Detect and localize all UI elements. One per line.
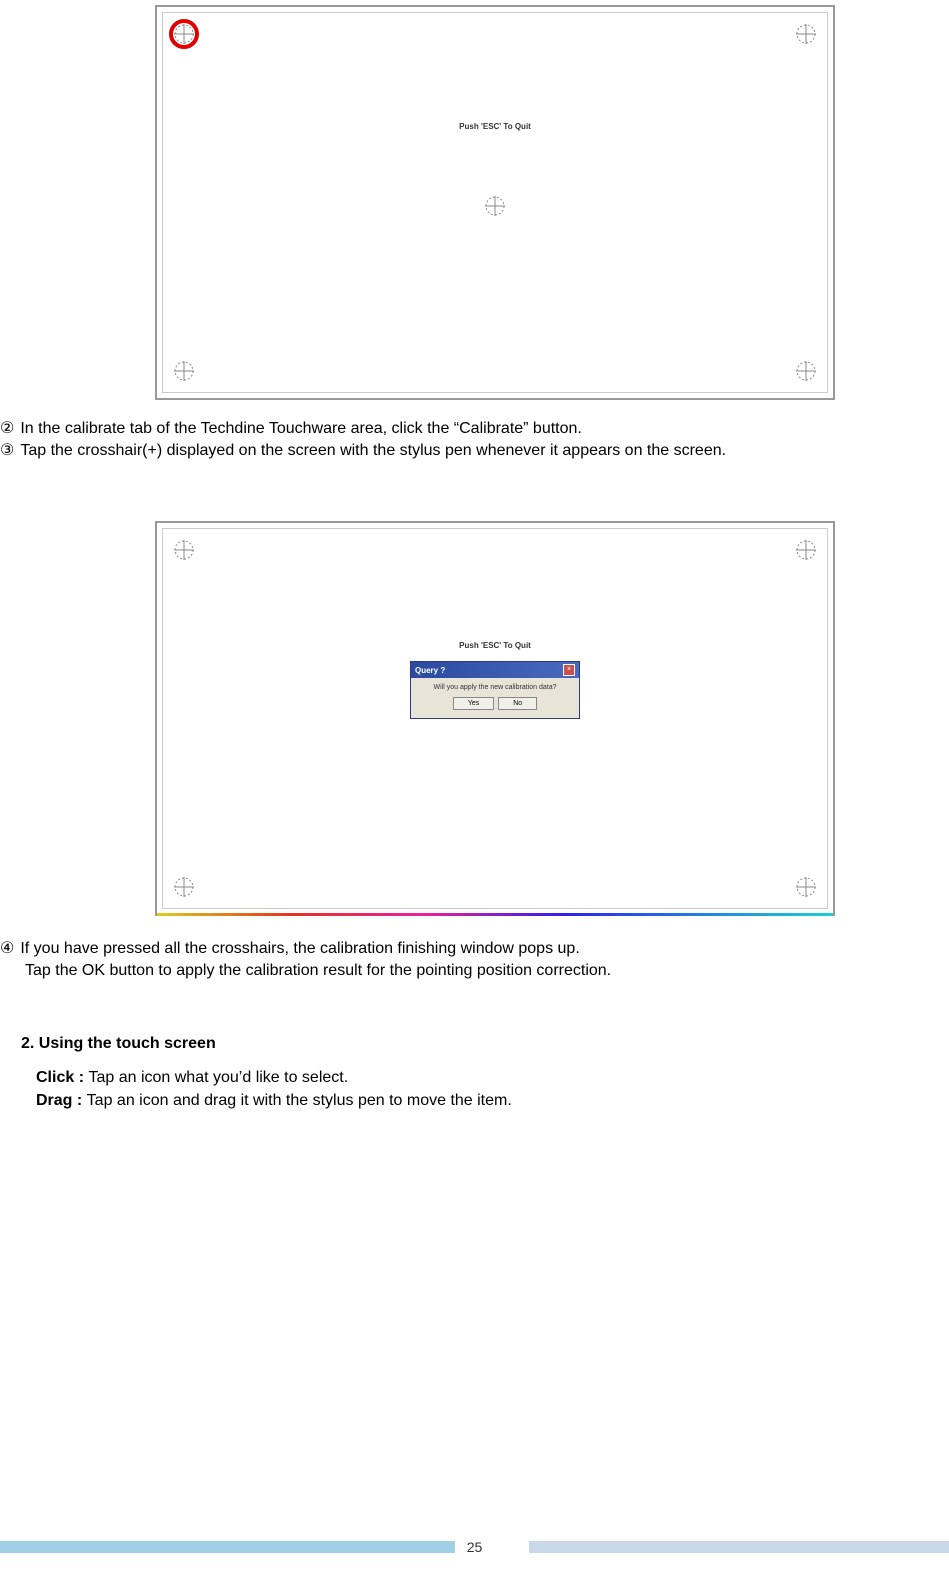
crosshair-target-icon [794,22,818,46]
dialog-message: Will you apply the new calibration data? [417,684,573,691]
footer-bar-right [529,1541,949,1553]
crosshair-target-icon [172,538,196,562]
usage-instructions: Click : Tap an icon what you’d like to s… [36,1067,949,1112]
step-4-continued: Tap the OK button to apply the calibrati… [25,960,949,982]
esc-instruction-text: Push 'ESC' To Quit [459,641,531,650]
term-label: Drag : [36,1092,87,1109]
term-text: Tap an icon and drag it with the stylus … [87,1092,512,1109]
term-text: Tap an icon what you’d like to select. [88,1069,348,1086]
crosshair-target-icon [794,359,818,383]
rainbow-divider [157,913,833,916]
step-number: ④ [0,938,14,960]
step-text: Tap the crosshair(+) displayed on the sc… [20,440,726,462]
click-instruction: Click : Tap an icon what you’d like to s… [36,1067,949,1089]
step-2: ② In the calibrate tab of the Techdine T… [0,418,949,440]
crosshair-target-icon [483,194,507,218]
step-text: If you have pressed all the crosshairs, … [20,938,579,960]
crosshair-target-icon [172,359,196,383]
esc-instruction-text: Push 'ESC' To Quit [459,122,531,131]
calibration-screenshot-1: Push 'ESC' To Quit [155,5,835,400]
close-icon[interactable]: × [563,664,575,676]
highlight-ring-icon [169,19,199,49]
dialog-titlebar: Query ? × [411,662,579,678]
drag-instruction: Drag : Tap an icon and drag it with the … [36,1090,949,1112]
yes-button[interactable]: Yes [453,697,494,710]
step-text: In the calibrate tab of the Techdine Tou… [20,418,582,440]
step-number: ② [0,418,14,440]
query-dialog: Query ? × Will you apply the new calibra… [410,661,580,719]
page-number: 25 [467,1539,483,1555]
crosshair-target-icon [794,875,818,899]
instruction-steps: ② In the calibrate tab of the Techdine T… [0,418,949,461]
dialog-title: Query ? [415,666,445,675]
no-button[interactable]: No [498,697,537,710]
dialog-buttons: Yes No [417,697,573,710]
dialog-body: Will you apply the new calibration data?… [411,678,579,718]
footer-bar-left [0,1541,455,1553]
crosshair-target-icon [794,538,818,562]
crosshair-target-icon [172,875,196,899]
step-number: ③ [0,440,14,462]
instruction-steps: ④ If you have pressed all the crosshairs… [0,938,949,981]
term-label: Click : [36,1069,88,1086]
step-3: ③ Tap the crosshair(+) displayed on the … [0,440,949,462]
calibration-screenshot-2: Push 'ESC' To Quit Query ? × Will you ap… [155,521,835,916]
step-4: ④ If you have pressed all the crosshairs… [0,938,949,960]
section-heading: 2. Using the touch screen [21,1035,949,1053]
